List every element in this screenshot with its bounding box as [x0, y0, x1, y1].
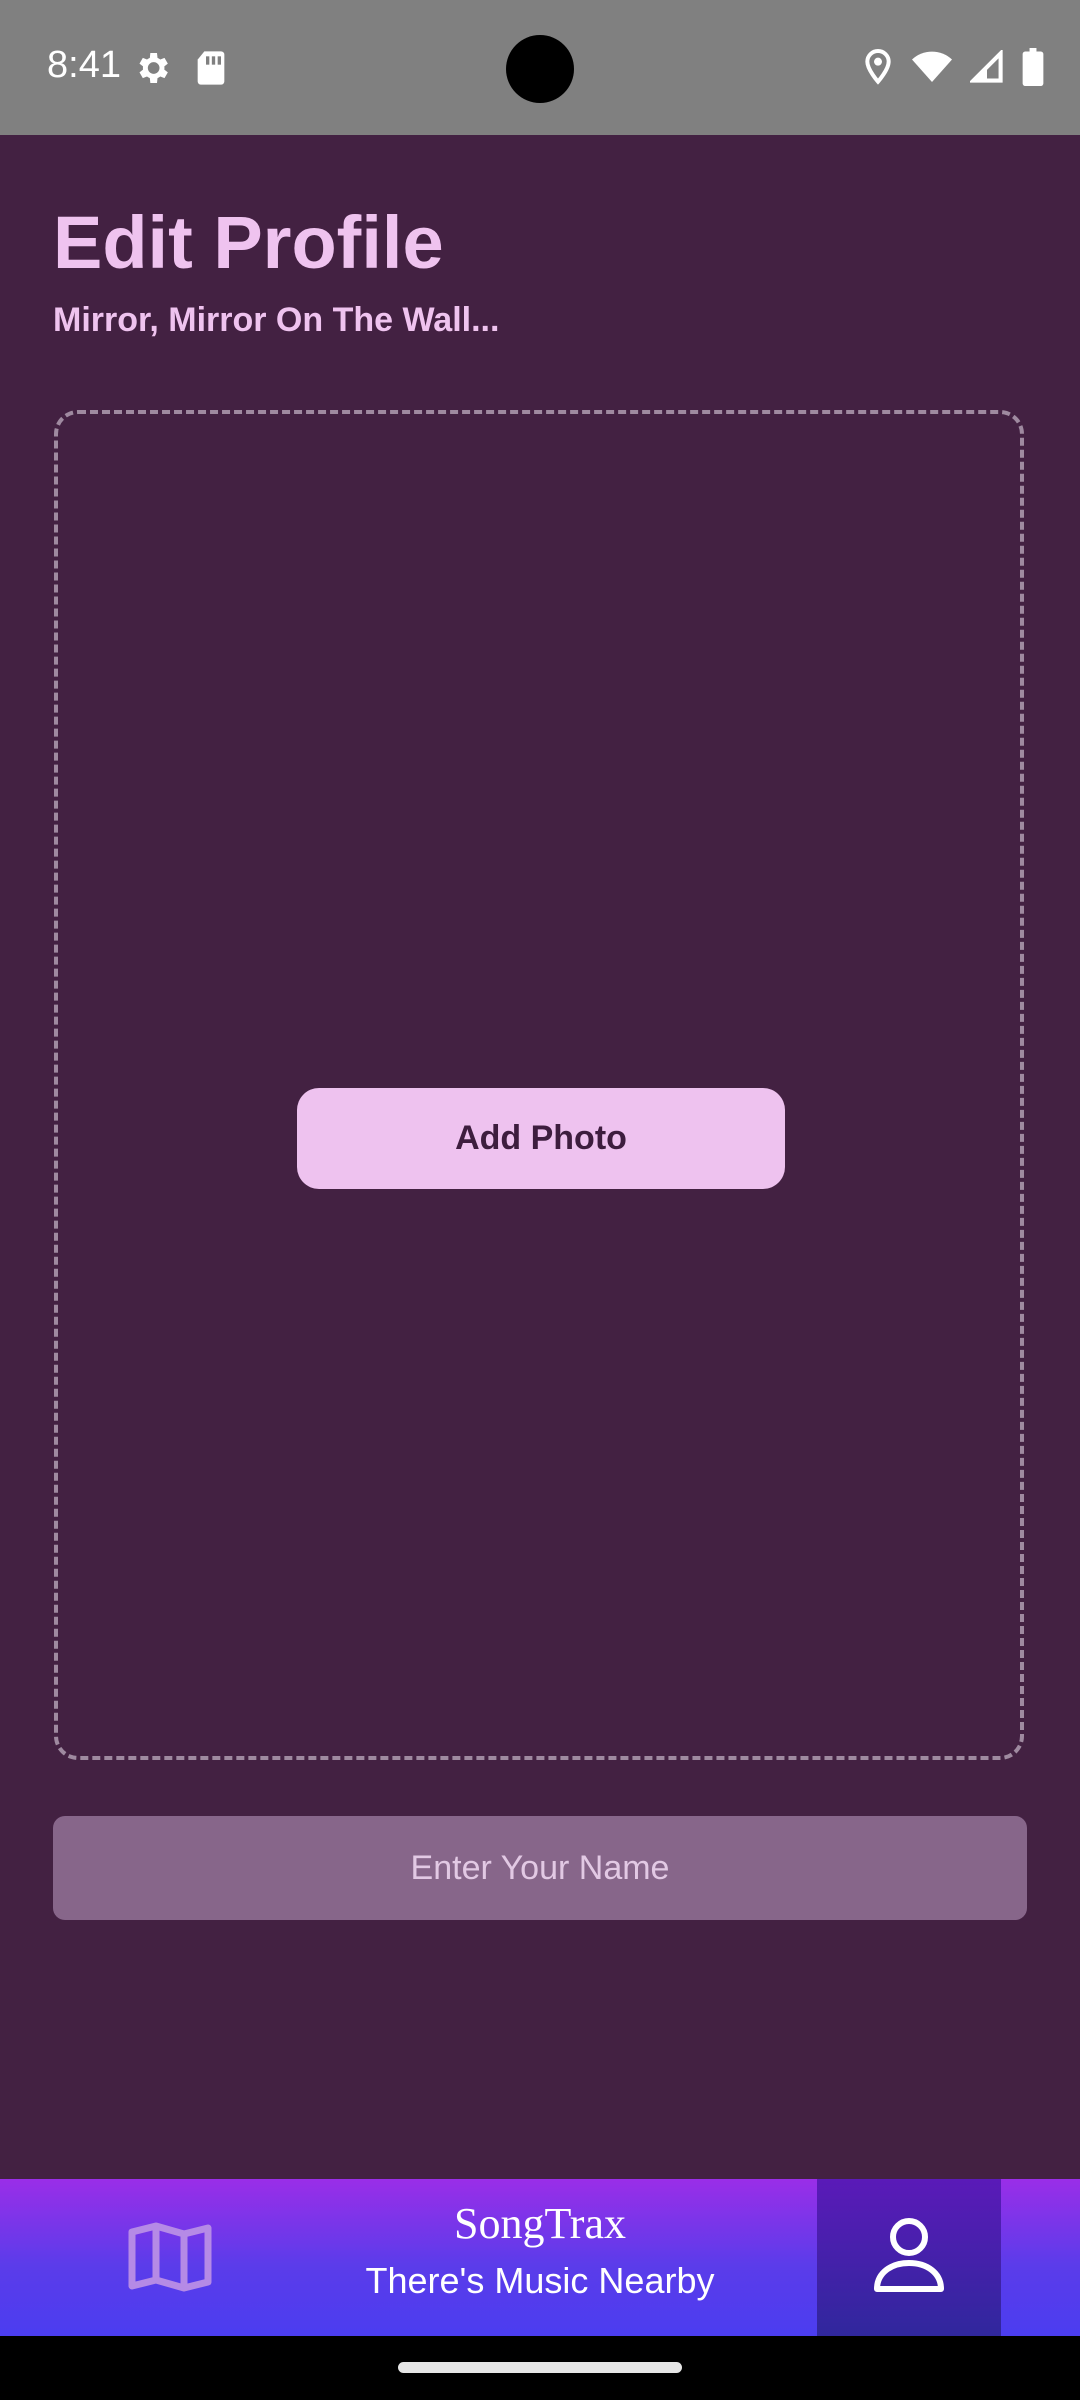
- photo-placeholder[interactable]: [54, 410, 1024, 1760]
- nav-map-tab[interactable]: [110, 2209, 230, 2309]
- battery-icon: [1022, 48, 1044, 91]
- signal-icon: [968, 48, 1004, 89]
- camera-cutout: [506, 35, 574, 103]
- app-screen: 8:41 Edit Profile Mirror, Mirror On The …: [0, 0, 1080, 2400]
- add-photo-button[interactable]: Add Photo: [297, 1088, 785, 1189]
- settings-icon: [132, 48, 172, 93]
- status-right-icons: [862, 48, 1044, 91]
- page-subtitle: Mirror, Mirror On The Wall...: [53, 301, 500, 339]
- status-left-icons: [132, 48, 228, 93]
- home-gesture-handle[interactable]: [398, 2362, 682, 2373]
- brand-title: SongTrax: [454, 2199, 626, 2248]
- status-time: 8:41: [47, 44, 121, 86]
- sd-card-icon: [194, 48, 228, 93]
- name-input[interactable]: [53, 1816, 1027, 1920]
- brand-tagline: There's Music Nearby: [365, 2260, 715, 2301]
- person-icon: [871, 2215, 947, 2300]
- nav-profile-tab[interactable]: [817, 2179, 1001, 2336]
- brand-block: SongTrax There's Music Nearby: [330, 2197, 750, 2311]
- page-title: Edit Profile: [53, 201, 444, 284]
- status-bar: 8:41: [0, 0, 1080, 135]
- wifi-icon: [912, 50, 952, 89]
- bottom-nav: SongTrax There's Music Nearby: [0, 2179, 1080, 2336]
- map-icon: [128, 2222, 212, 2297]
- location-icon: [862, 48, 894, 91]
